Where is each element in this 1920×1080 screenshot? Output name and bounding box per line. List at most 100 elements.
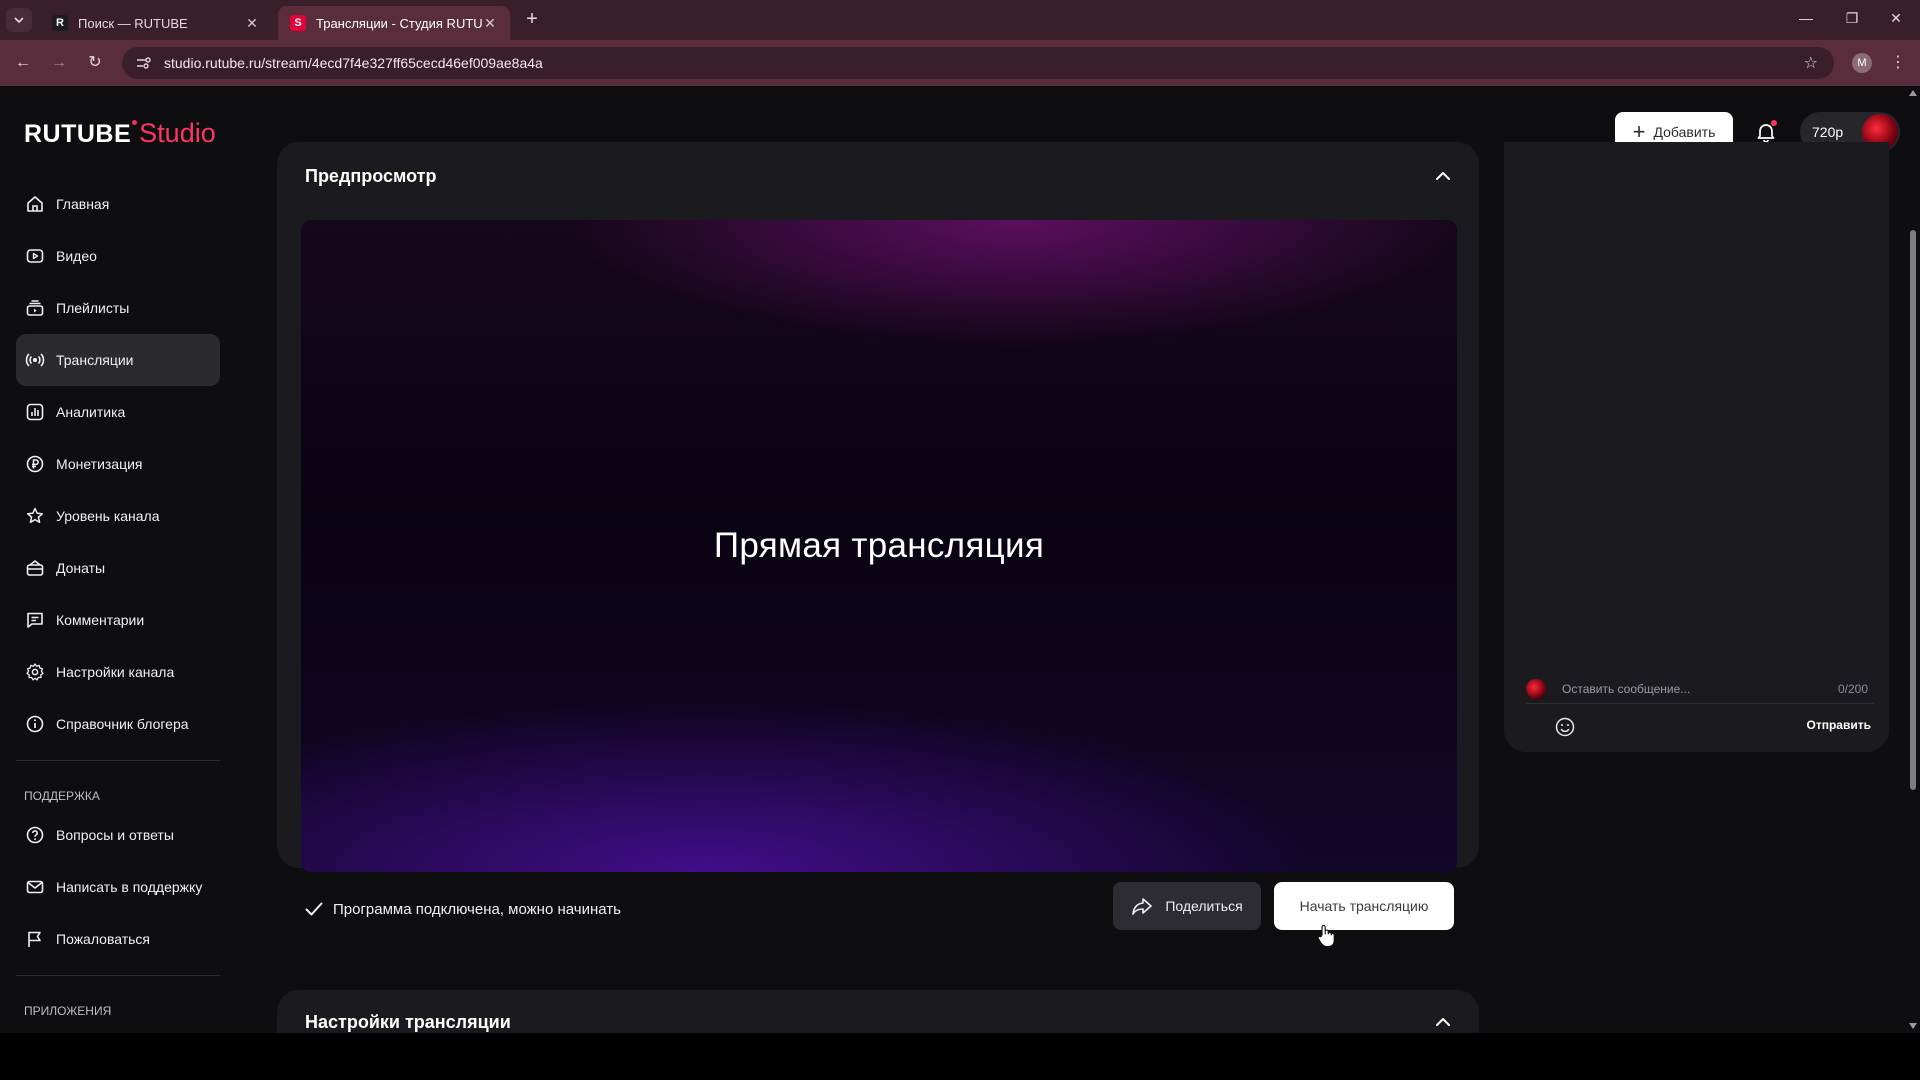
checkmark-icon <box>305 902 323 916</box>
sidebar-item-label: Пожаловаться <box>56 931 151 947</box>
sidebar-item-monetization[interactable]: Монетизация <box>16 438 220 490</box>
sidebar-item-label: Вопросы и ответы <box>56 827 174 843</box>
close-tab-icon[interactable]: ✕ <box>482 15 498 31</box>
site-settings-icon[interactable] <box>134 54 152 72</box>
sidebar-item-blogger-guide[interactable]: Справочник блогера <box>16 698 220 750</box>
question-icon <box>26 826 44 844</box>
connection-status: Программа подключена, можно начинать <box>303 898 621 920</box>
sidebar-item-label: Плейлисты <box>56 300 130 316</box>
comment-icon <box>27 612 43 628</box>
sidebar-item-label: Комментарии <box>56 612 145 628</box>
url-text: studio.rutube.ru/stream/4ecd7f4e327ff65c… <box>164 55 543 71</box>
sidebar-item-label: Видео <box>56 248 97 264</box>
url-field[interactable]: studio.rutube.ru/stream/4ecd7f4e327ff65c… <box>122 47 1834 79</box>
chevron-up-icon[interactable] <box>1433 1012 1453 1032</box>
sidebar-item-label: Монетизация <box>56 456 143 472</box>
logo-dot <box>132 120 138 125</box>
broadcast-settings-card: Настройки трансляции <box>277 990 1479 1033</box>
sidebar-item-report[interactable]: Пожаловаться <box>16 913 220 965</box>
analytics-icon <box>26 403 44 421</box>
studio-favicon-icon: S <box>290 15 306 31</box>
sidebar-item-channel-settings[interactable]: Настройки канала <box>16 646 220 698</box>
restore-window-icon[interactable]: ❐ <box>1842 10 1862 30</box>
video-icon <box>26 249 44 263</box>
logo-studio-text: Studio <box>139 118 216 148</box>
sidebar-item-channel-level[interactable]: Уровень канала <box>16 490 220 542</box>
sidebar-item-comments[interactable]: Комментарии <box>16 594 220 646</box>
gear-icon <box>26 663 44 681</box>
send-message-button[interactable]: Отправить <box>1807 718 1871 732</box>
bookmark-star-icon[interactable]: ☆ <box>1804 53 1818 73</box>
new-tab-plus-icon[interactable]: + <box>522 9 542 30</box>
forward-arrow-icon[interactable]: → <box>48 52 70 74</box>
sidebar-section-apps: ПРИЛОЖЕНИЯ <box>24 1004 112 1018</box>
preview-placeholder-text: Прямая трансляция <box>713 526 1045 565</box>
flag-icon <box>28 931 41 947</box>
add-button-label: Добавить <box>1653 124 1716 140</box>
tab-title: Трансляции - Студия RUTUBE <box>316 15 482 31</box>
share-arrow-icon <box>1132 898 1153 915</box>
sidebar-item-faq[interactable]: Вопросы и ответы <box>16 809 220 861</box>
page-scrollbar[interactable] <box>1906 86 1920 1033</box>
share-button-label: Поделиться <box>1165 898 1243 914</box>
sidebar-item-label: Уровень канала <box>56 508 160 524</box>
sidebar-item-donations[interactable]: Донаты <box>16 542 220 594</box>
studio-app: RUTUBE Studio + Добавить 720p Главная Ви… <box>0 86 1920 1033</box>
playlists-icon <box>26 300 44 316</box>
close-tab-icon[interactable]: ✕ <box>244 15 260 31</box>
chevron-up-icon[interactable] <box>1433 166 1453 186</box>
sidebar-item-label: Написать в поддержку <box>56 879 203 895</box>
sidebar-item-analytics[interactable]: Аналитика <box>16 386 220 438</box>
rutube-favicon-icon: R <box>52 15 68 31</box>
browser-address-bar: ← → ↻ studio.rutube.ru/stream/4ecd7f4e32… <box>0 40 1920 86</box>
back-arrow-icon[interactable]: ← <box>12 52 34 74</box>
star-icon <box>26 507 44 524</box>
chevron-down-icon <box>14 17 24 24</box>
sidebar-divider <box>16 975 220 976</box>
sidebar-item-contact-support[interactable]: Написать в поддержку <box>16 861 220 913</box>
profile-avatar[interactable]: M <box>1852 53 1872 73</box>
mail-icon <box>26 880 44 894</box>
connection-status-text: Программа подключена, можно начинать <box>333 900 621 918</box>
browser-tab-studio[interactable]: S Трансляции - Студия RUTUBE ✕ <box>278 6 510 40</box>
close-window-icon[interactable]: ✕ <box>1886 10 1906 30</box>
rutube-studio-logo[interactable]: RUTUBE Studio <box>24 118 216 149</box>
minimize-icon[interactable]: — <box>1796 10 1816 30</box>
sidebar-item-video[interactable]: Видео <box>16 230 220 282</box>
hand-cursor-icon <box>1317 924 1335 948</box>
chat-panel: Оставить сообщение... 0/200 Отправить <box>1504 142 1889 752</box>
sidebar: Главная Видео Плейлисты Трансляции Анали… <box>16 178 220 1024</box>
preview-card-title: Предпросмотр <box>305 166 437 186</box>
chat-user-avatar <box>1526 678 1546 699</box>
stream-preview-player[interactable]: Прямая трансляция <box>301 220 1457 872</box>
browser-tab-bar: R Поиск — RUTUBE ✕ S Трансляции - Студия… <box>0 0 1920 40</box>
gift-icon <box>26 560 44 576</box>
scroll-up-arrow-icon[interactable] <box>1909 90 1917 96</box>
preview-card: Предпросмотр Прямая трансляция Программа… <box>277 142 1479 930</box>
reload-icon[interactable]: ↻ <box>84 52 106 74</box>
tab-title: Поиск — RUTUBE <box>78 15 188 31</box>
sidebar-item-broadcasts[interactable]: Трансляции <box>16 334 220 386</box>
sidebar-item-playlists[interactable]: Плейлисты <box>16 282 220 334</box>
share-button[interactable]: Поделиться <box>1113 882 1261 930</box>
info-icon <box>26 715 44 733</box>
chat-input-placeholder: Оставить сообщение... <box>1562 681 1691 696</box>
start-broadcast-button[interactable]: Начать трансляцию <box>1274 882 1454 930</box>
ruble-icon <box>26 455 44 473</box>
home-icon <box>27 196 43 212</box>
sidebar-item-label: Главная <box>56 196 110 212</box>
sidebar-item-label: Донаты <box>56 560 106 576</box>
browser-tab-search[interactable]: R Поиск — RUTUBE ✕ <box>40 6 272 40</box>
browser-menu-icon[interactable]: ⋮ <box>1890 52 1906 72</box>
tab-search-button[interactable] <box>6 8 32 32</box>
sidebar-divider <box>16 760 220 761</box>
chat-char-counter: 0/200 <box>1837 681 1868 696</box>
sidebar-item-home[interactable]: Главная <box>16 178 220 230</box>
sidebar-item-label: Аналитика <box>56 404 126 420</box>
quality-label: 720p <box>1812 124 1844 140</box>
scrollbar-thumb[interactable] <box>1910 230 1916 790</box>
settings-card-title: Настройки трансляции <box>305 1012 511 1032</box>
scroll-down-arrow-icon[interactable] <box>1909 1023 1917 1029</box>
emoji-icon[interactable] <box>1554 716 1576 738</box>
chat-message-input[interactable]: Оставить сообщение... 0/200 <box>1526 674 1874 704</box>
